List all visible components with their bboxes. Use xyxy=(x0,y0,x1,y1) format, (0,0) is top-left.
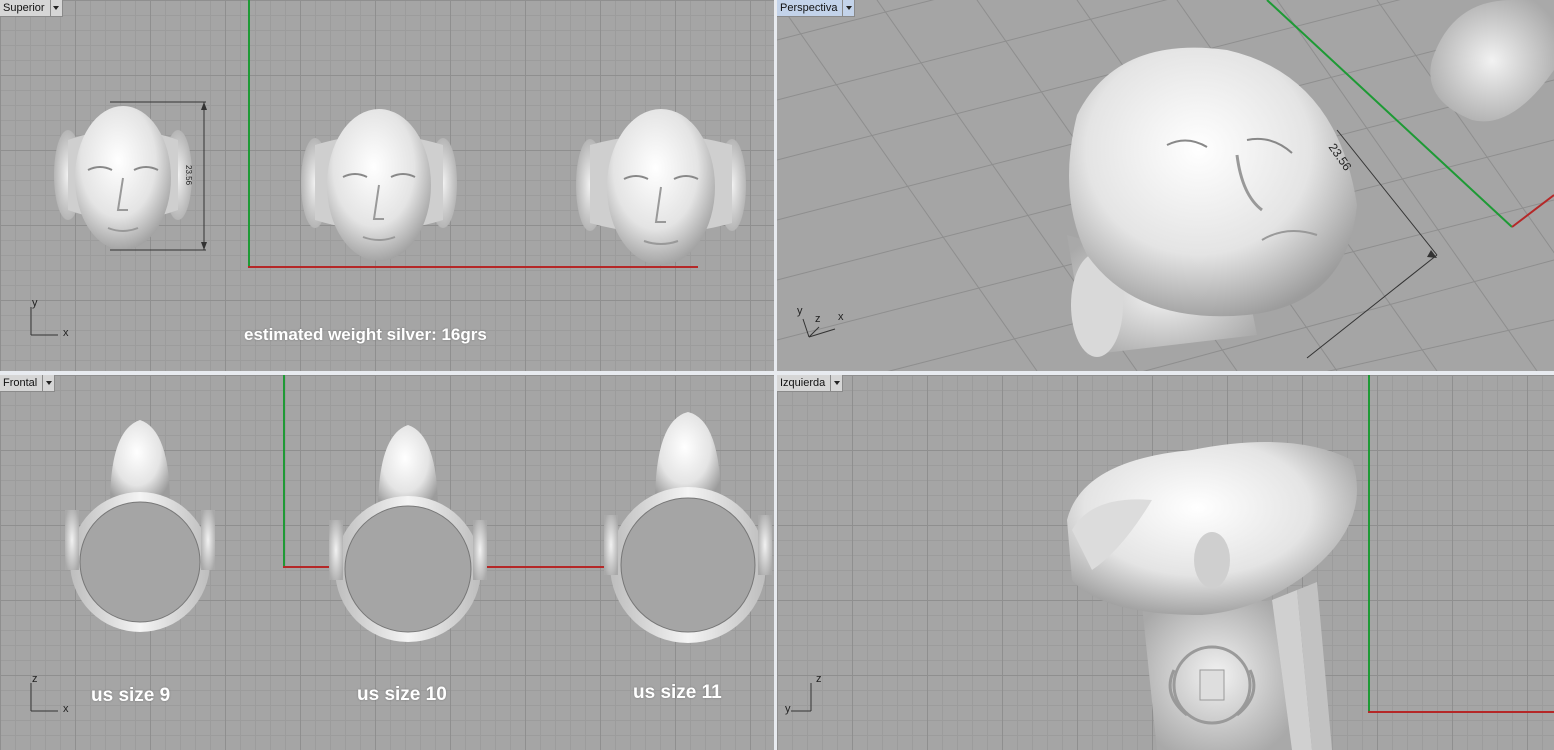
axis-label-z: z xyxy=(815,313,821,325)
viewport-menu-dropdown[interactable] xyxy=(49,0,62,16)
ring-model-size-10[interactable] xyxy=(295,105,465,265)
viewport-tab-left[interactable]: Izquierda xyxy=(777,375,844,392)
chevron-down-icon xyxy=(833,381,840,385)
axis-widget: z x xyxy=(26,673,76,715)
chevron-down-icon xyxy=(845,6,852,10)
viewport-tab-top[interactable]: Superior xyxy=(0,0,63,17)
dimension-annotation xyxy=(1306,129,1438,359)
axis-label-horizontal: x xyxy=(63,327,69,339)
axis-label-vertical: z xyxy=(816,673,822,685)
viewport-perspective[interactable]: Perspectiva 23.56 y z x xyxy=(777,0,1554,371)
ring-model-perspective-partial[interactable] xyxy=(1422,0,1554,130)
axis-label-y: y xyxy=(797,305,803,317)
viewport-label: Frontal xyxy=(3,377,38,389)
axis-widget: y z x xyxy=(795,305,845,345)
viewport-front[interactable]: Frontal us size 9 us size 10 us size 11 … xyxy=(0,375,774,750)
y-axis-line xyxy=(248,0,250,268)
ring-side-model[interactable] xyxy=(1062,420,1382,750)
axis-label-x: x xyxy=(838,311,844,323)
viewport-menu-dropdown[interactable] xyxy=(830,375,842,391)
weight-estimate-text: estimated weight silver: 16grs xyxy=(244,325,487,344)
dimension-value: 23.56 xyxy=(184,165,193,186)
axis-widget: z y xyxy=(783,673,833,715)
viewport-left[interactable]: Izquierda z y xyxy=(777,375,1554,750)
viewport-tab-front[interactable]: Frontal xyxy=(0,375,56,392)
y-axis-line xyxy=(283,375,285,568)
axis-label-vertical: y xyxy=(32,297,38,309)
axis-label-horizontal: y xyxy=(785,703,791,715)
size-label-9: us size 9 xyxy=(91,685,171,706)
viewport-label: Izquierda xyxy=(780,377,826,389)
viewport-label: Superior xyxy=(3,2,45,14)
axis-widget: y x xyxy=(26,297,76,339)
ring-front-size-10[interactable] xyxy=(323,420,493,645)
ring-model-size-11[interactable] xyxy=(572,105,752,270)
axis-label-horizontal: x xyxy=(63,703,69,715)
y-axis-line xyxy=(1368,711,1554,713)
dimension-annotation xyxy=(110,101,207,251)
viewport-menu-dropdown[interactable] xyxy=(42,375,54,391)
ring-front-size-11[interactable] xyxy=(600,410,774,650)
viewport-menu-dropdown[interactable] xyxy=(842,0,854,16)
viewport-top[interactable]: Superior 23.56 estimated weight silver: … xyxy=(0,0,774,371)
size-label-10: us size 10 xyxy=(357,684,447,705)
size-label-11: us size 11 xyxy=(633,682,722,703)
viewport-tab-perspective[interactable]: Perspectiva xyxy=(777,0,856,17)
chevron-down-icon xyxy=(53,6,60,10)
chevron-down-icon xyxy=(45,381,52,385)
axis-label-vertical: z xyxy=(32,673,38,685)
viewport-label: Perspectiva xyxy=(780,2,838,14)
ring-front-size-9[interactable] xyxy=(60,410,220,635)
